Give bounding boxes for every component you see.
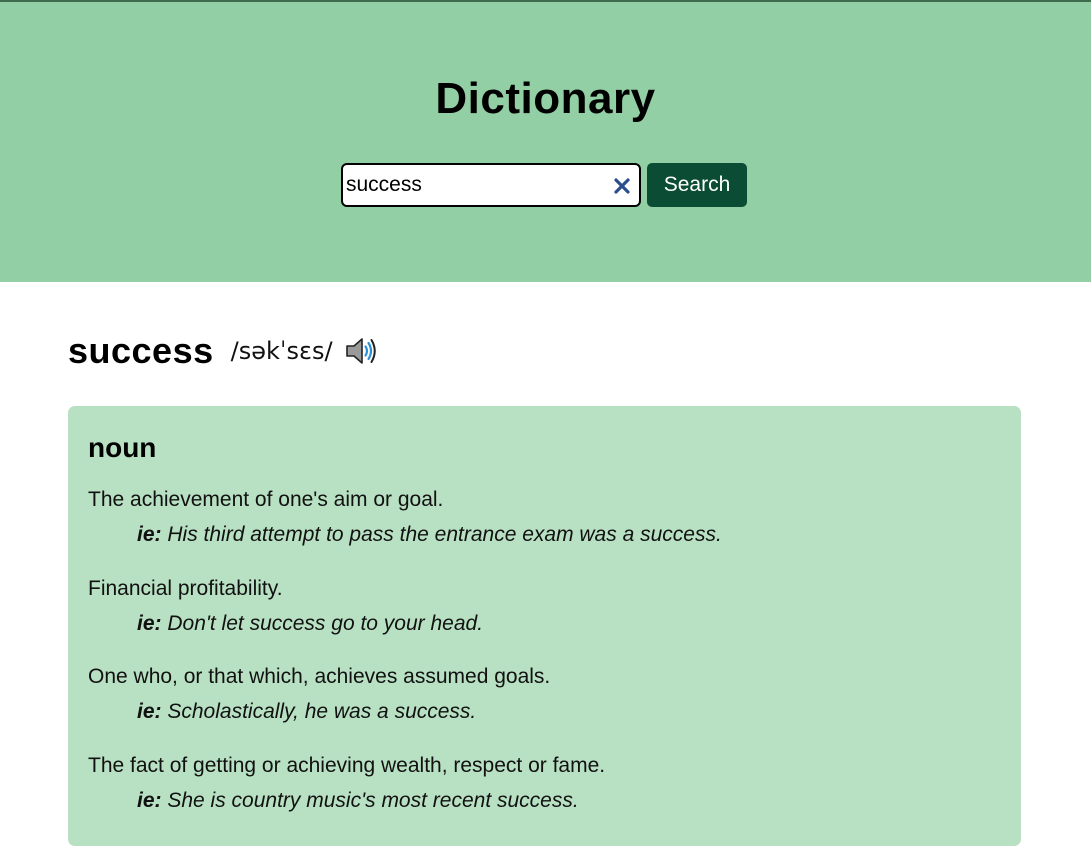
- phonetic-text: /səkˈsɛs/: [230, 337, 333, 365]
- example-text: She is country music's most recent succe…: [167, 788, 579, 812]
- search-bar: Search: [341, 163, 747, 207]
- page-title: Dictionary: [435, 74, 656, 123]
- close-icon[interactable]: [611, 175, 633, 197]
- example-sentence: ie: His third attempt to pass the entran…: [137, 523, 1001, 547]
- definition-text: The fact of getting or achieving wealth,…: [88, 753, 606, 777]
- speaker-icon[interactable]: [345, 336, 379, 366]
- definition-item: One who, or that which, achieves assumed…: [88, 665, 1001, 754]
- example-prefix: ie:: [137, 523, 162, 546]
- word-heading: success /səkˈsɛs/: [68, 330, 379, 372]
- header: Dictionary Search: [0, 2, 1091, 282]
- example-sentence: ie: Don't let success go to your head.: [137, 612, 1001, 636]
- example-text: His third attempt to pass the entrance e…: [167, 523, 722, 546]
- definition-item: Financial profitability. ie: Don't let s…: [88, 577, 1001, 666]
- example-sentence: ie: She is country music's most recent s…: [137, 789, 1001, 813]
- part-of-speech: noun: [88, 432, 157, 463]
- meaning-card: noun The achievement of one's aim or goa…: [68, 406, 1021, 846]
- definition-list: The achievement of one's aim or goal. ie…: [88, 488, 1001, 842]
- example-text: Don't let success go to your head.: [167, 611, 484, 635]
- definition-text: Financial profitability.: [88, 576, 283, 600]
- example-prefix: ie:: [137, 788, 162, 812]
- definition-text: One who, or that which, achieves assumed…: [88, 665, 551, 688]
- search-button[interactable]: Search: [647, 163, 747, 207]
- definition-item: The fact of getting or achieving wealth,…: [88, 754, 1001, 843]
- definition-item: The achievement of one's aim or goal. ie…: [88, 488, 1001, 577]
- example-prefix: ie:: [137, 700, 162, 723]
- example-text: Scholastically, he was a success.: [167, 700, 477, 723]
- word-title: success: [68, 330, 214, 371]
- example-prefix: ie:: [137, 611, 162, 635]
- search-input[interactable]: [346, 170, 608, 200]
- definition-text: The achievement of one's aim or goal.: [88, 488, 444, 511]
- search-field-container: [341, 163, 641, 207]
- example-sentence: ie: Scholastically, he was a success.: [137, 700, 1001, 724]
